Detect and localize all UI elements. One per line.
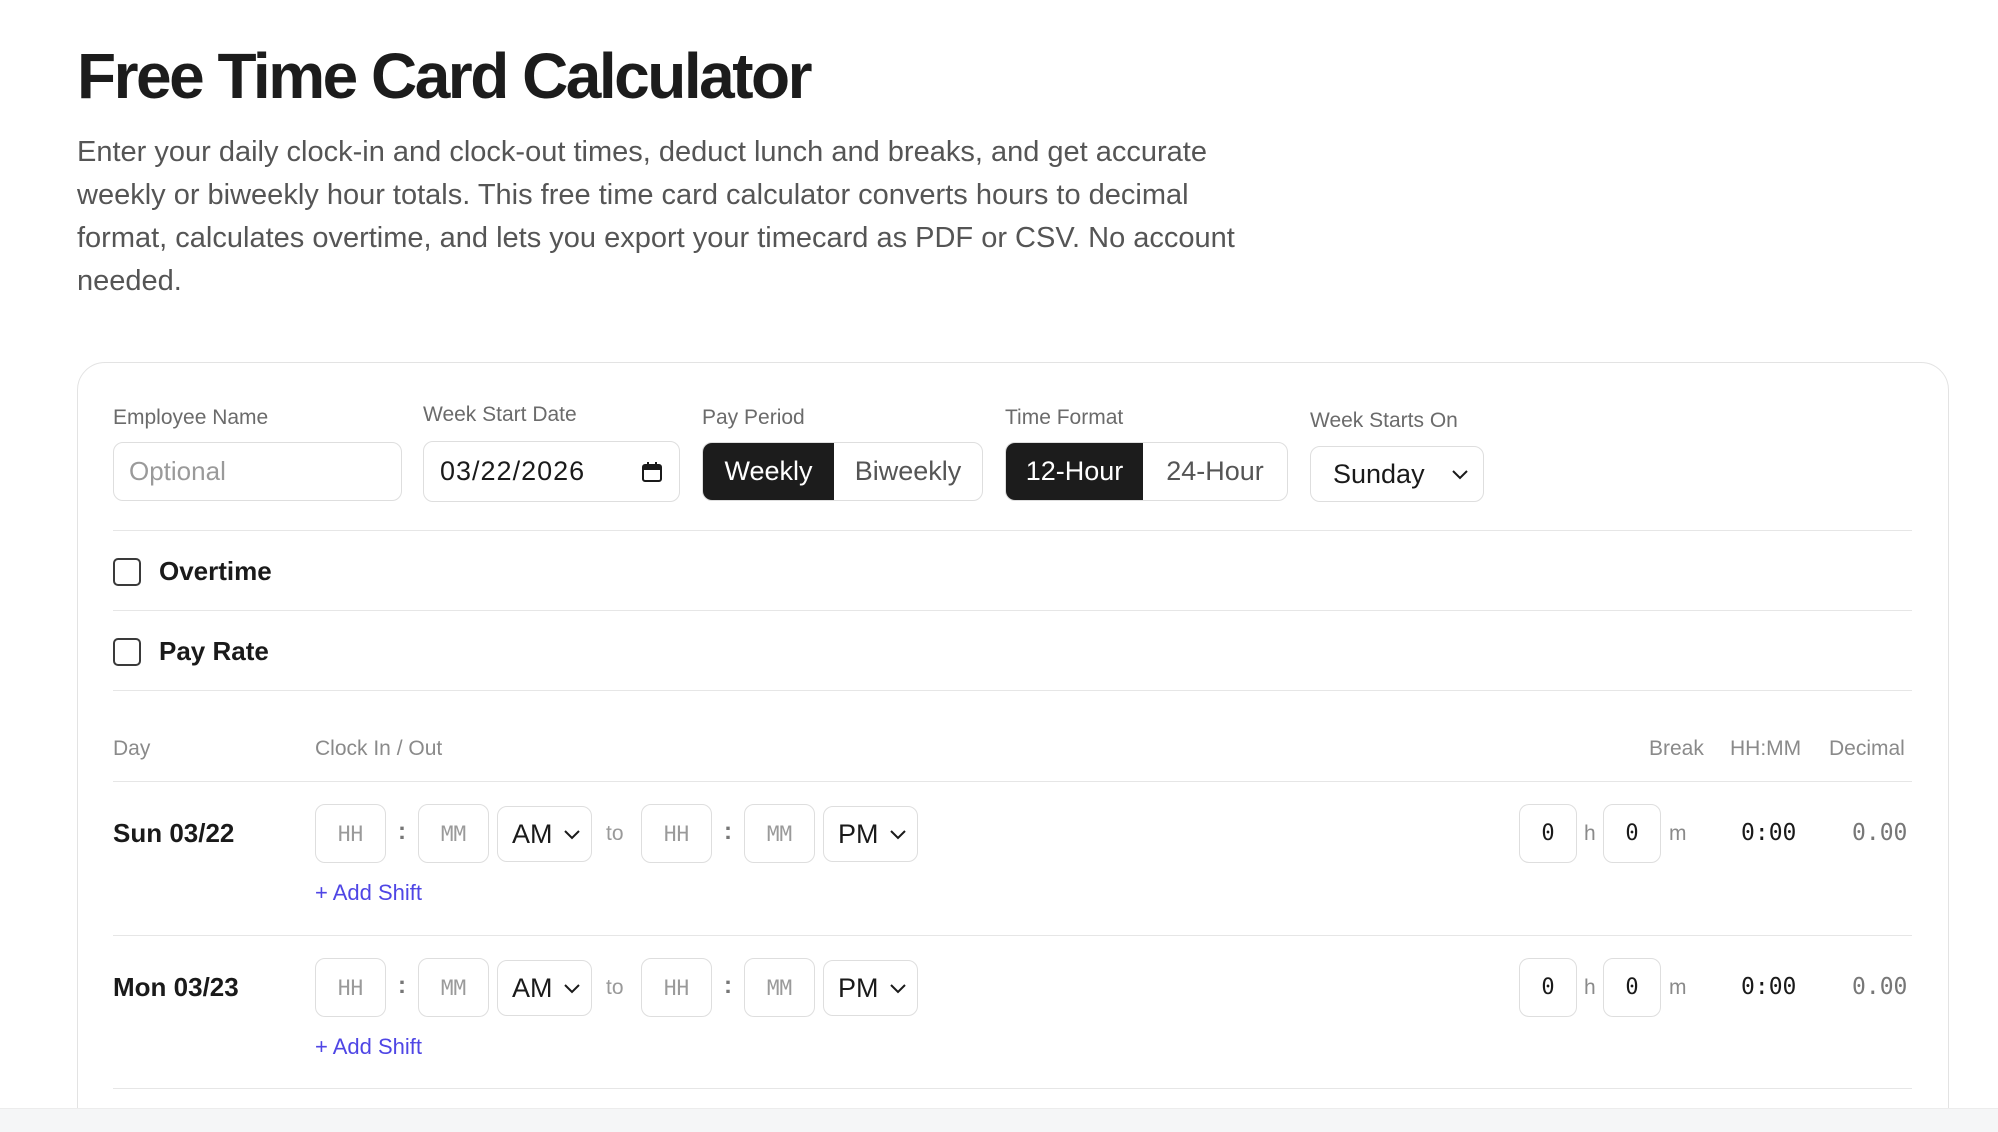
- column-header-break: Break: [1649, 737, 1704, 760]
- hours-hhmm-value: 0:00: [1741, 974, 1797, 1000]
- hours-hhmm-value: 0:00: [1741, 820, 1797, 846]
- add-shift-button[interactable]: + Add Shift: [315, 1034, 422, 1060]
- break-hours-input[interactable]: 0: [1519, 804, 1577, 863]
- break-minutes-input[interactable]: 0: [1603, 958, 1661, 1017]
- add-shift-button[interactable]: + Add Shift: [315, 880, 422, 906]
- divider: [113, 690, 1912, 691]
- column-header-clock: Clock In / Out: [315, 737, 443, 760]
- pay-period-toggle: Weekly Biweekly: [702, 442, 983, 501]
- clock-out-hour-input[interactable]: HH: [641, 958, 712, 1017]
- day-label: Sun 03/22: [113, 818, 235, 848]
- time-format-toggle: 12-Hour 24-Hour: [1005, 442, 1288, 501]
- time-format-label: Time Format: [1005, 406, 1124, 429]
- pay-rate-checkbox[interactable]: [113, 637, 141, 666]
- overtime-label: Overtime: [159, 556, 272, 586]
- break-minutes-input[interactable]: 0: [1603, 804, 1661, 863]
- clock-out-minute-input[interactable]: MM: [744, 958, 815, 1017]
- divider: [113, 530, 1912, 531]
- clock-in-ampm-value: AM: [512, 818, 553, 849]
- break-minutes-unit: m: [1669, 976, 1687, 999]
- clock-in-hour-input[interactable]: HH: [315, 958, 386, 1017]
- clock-in-ampm-select[interactable]: AM: [497, 806, 592, 862]
- week-start-date-label: Week Start Date: [423, 403, 577, 426]
- clock-in-minute-input[interactable]: MM: [418, 958, 489, 1017]
- break-minutes-unit: m: [1669, 822, 1687, 845]
- bottom-bar: [0, 1108, 1998, 1132]
- calendar-icon[interactable]: [641, 461, 663, 483]
- page-intro: Enter your daily clock-in and clock-out …: [77, 136, 1235, 297]
- time-separator: :: [724, 972, 732, 999]
- hours-decimal-value: 0.00: [1852, 974, 1908, 1000]
- divider: [113, 935, 1912, 936]
- time-separator: :: [724, 818, 732, 845]
- chevron-down-icon: [564, 984, 580, 994]
- clock-in-hour-input[interactable]: HH: [315, 804, 386, 863]
- column-header-day: Day: [113, 737, 151, 760]
- day-label: Mon 03/23: [113, 972, 239, 1002]
- clock-in-minute-input[interactable]: MM: [418, 804, 489, 863]
- clock-out-ampm-select[interactable]: PM: [823, 806, 918, 862]
- chevron-down-icon: [564, 830, 580, 840]
- pay-period-biweekly[interactable]: Biweekly: [834, 443, 982, 500]
- week-starts-on-value: Sunday: [1333, 458, 1425, 489]
- break-hours-unit: h: [1584, 822, 1596, 845]
- week-starts-on-label: Week Starts On: [1310, 409, 1458, 432]
- overtime-toggle: Overtime: [113, 556, 272, 587]
- to-label: to: [606, 976, 624, 999]
- divider: [113, 610, 1912, 611]
- pay-rate-toggle: Pay Rate: [113, 636, 269, 667]
- time-format-12-hour[interactable]: 12-Hour: [1006, 443, 1144, 500]
- column-header-decimal: Decimal: [1829, 737, 1905, 760]
- break-hours-unit: h: [1584, 976, 1596, 999]
- employee-name-label: Employee Name: [113, 406, 269, 429]
- week-start-date-input[interactable]: 03/22/2026: [423, 441, 680, 502]
- time-separator: :: [398, 972, 406, 999]
- overtime-checkbox[interactable]: [113, 557, 141, 586]
- time-separator: :: [398, 818, 406, 845]
- employee-name-input[interactable]: [113, 442, 402, 501]
- chevron-down-icon: [890, 830, 906, 840]
- clock-in-ampm-value: AM: [512, 972, 553, 1003]
- page-title: Free Time Card Calculator: [77, 40, 813, 112]
- divider: [113, 1088, 1912, 1089]
- clock-out-hour-input[interactable]: HH: [641, 804, 712, 863]
- chevron-down-icon: [1452, 470, 1468, 480]
- clock-out-ampm-value: PM: [838, 818, 879, 849]
- to-label: to: [606, 822, 624, 845]
- week-start-date-value: 03/22/2026: [440, 456, 586, 486]
- pay-period-weekly[interactable]: Weekly: [703, 443, 835, 500]
- clock-out-minute-input[interactable]: MM: [744, 804, 815, 863]
- hours-decimal-value: 0.00: [1852, 820, 1908, 846]
- clock-out-ampm-value: PM: [838, 972, 879, 1003]
- break-hours-input[interactable]: 0: [1519, 958, 1577, 1017]
- pay-rate-label: Pay Rate: [159, 636, 269, 666]
- chevron-down-icon: [890, 984, 906, 994]
- clock-in-ampm-select[interactable]: AM: [497, 960, 592, 1016]
- pay-period-label: Pay Period: [702, 406, 805, 429]
- column-header-hhmm: HH:MM: [1730, 737, 1802, 760]
- divider: [113, 781, 1912, 782]
- week-starts-on-select[interactable]: Sunday: [1310, 446, 1484, 502]
- clock-out-ampm-select[interactable]: PM: [823, 960, 918, 1016]
- time-format-24-hour[interactable]: 24-Hour: [1143, 443, 1287, 500]
